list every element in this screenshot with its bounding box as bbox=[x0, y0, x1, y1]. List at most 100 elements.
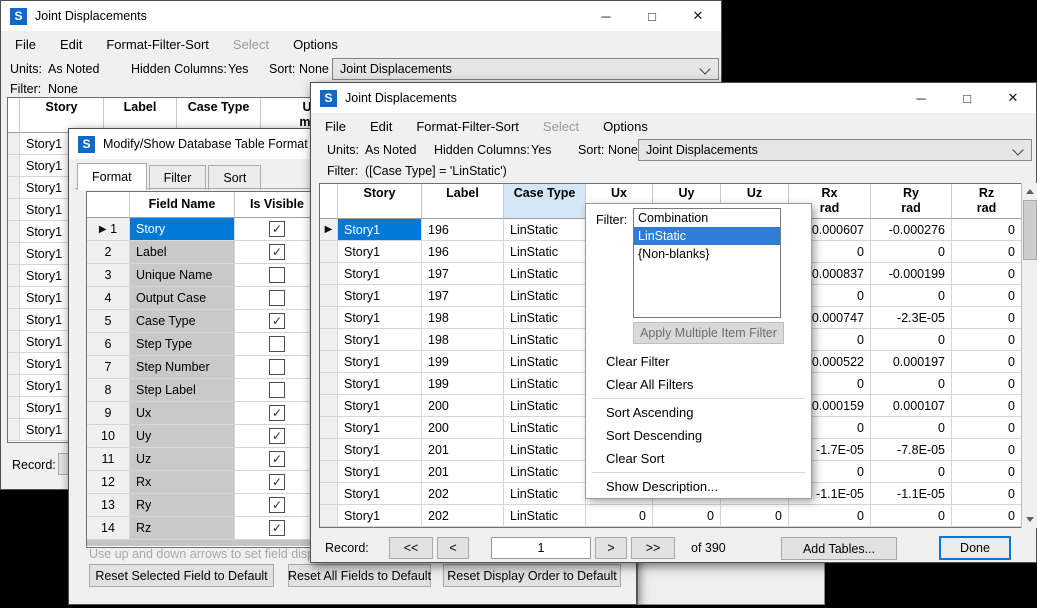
menu-edit[interactable]: Edit bbox=[48, 33, 94, 56]
popup-menu-clear-filter[interactable]: Clear Filter bbox=[586, 350, 811, 373]
cell[interactable]: 0 bbox=[871, 505, 952, 527]
close-icon[interactable]: ✕ bbox=[990, 83, 1036, 113]
cell[interactable]: 0 bbox=[952, 439, 1022, 461]
record-last-button[interactable]: >> bbox=[631, 537, 675, 559]
field-name-cell[interactable]: Step Number bbox=[130, 356, 235, 379]
cell[interactable]: LinStatic bbox=[504, 395, 586, 417]
field-row[interactable]: 11Uz✓ bbox=[87, 448, 320, 471]
cell[interactable]: 0 bbox=[871, 329, 952, 351]
cell[interactable]: Story1 bbox=[338, 219, 422, 241]
cell[interactable]: LinStatic bbox=[504, 219, 586, 241]
field-row[interactable]: ▶ 1Story✓ bbox=[87, 218, 320, 241]
cell[interactable]: 201 bbox=[422, 439, 504, 461]
table-select-combo[interactable]: Joint Displacements bbox=[638, 139, 1032, 161]
field-name-cell[interactable]: Ux bbox=[130, 402, 235, 425]
add-tables-button[interactable]: Add Tables... bbox=[781, 537, 897, 560]
cell[interactable]: Story1 bbox=[338, 263, 422, 285]
cell[interactable]: Story1 bbox=[338, 417, 422, 439]
cell[interactable]: 0 bbox=[952, 329, 1022, 351]
field-row[interactable]: 6Step Type bbox=[87, 333, 320, 356]
field-row[interactable]: 9Ux✓ bbox=[87, 402, 320, 425]
visible-checkbox[interactable]: ✓ bbox=[269, 520, 285, 536]
field-visible-cell[interactable] bbox=[235, 287, 320, 310]
field-row-number[interactable]: 2 bbox=[87, 241, 130, 264]
cell[interactable]: 196 bbox=[422, 241, 504, 263]
cell[interactable]: 0 bbox=[952, 285, 1022, 307]
cell[interactable]: 0 bbox=[952, 241, 1022, 263]
visible-checkbox[interactable]: ✓ bbox=[269, 474, 285, 490]
cell[interactable]: LinStatic bbox=[504, 285, 586, 307]
cell[interactable]: 0 bbox=[952, 461, 1022, 483]
cell[interactable]: -0.000276 bbox=[871, 219, 952, 241]
close-icon[interactable]: ✕ bbox=[675, 1, 721, 31]
visible-checkbox[interactable] bbox=[269, 336, 285, 352]
cell[interactable]: 202 bbox=[422, 483, 504, 505]
cell[interactable]: 0 bbox=[952, 505, 1022, 527]
cell[interactable]: 200 bbox=[422, 417, 504, 439]
cell[interactable]: LinStatic bbox=[504, 461, 586, 483]
cell[interactable]: 0 bbox=[586, 505, 653, 527]
field-row[interactable]: 13Ry✓ bbox=[87, 494, 320, 517]
column-header-field-name[interactable]: Field Name bbox=[130, 192, 235, 218]
field-visible-cell[interactable] bbox=[235, 333, 320, 356]
field-visible-cell[interactable]: ✓ bbox=[235, 494, 320, 517]
cell[interactable]: 198 bbox=[422, 307, 504, 329]
cell[interactable]: 199 bbox=[422, 351, 504, 373]
visible-checkbox[interactable] bbox=[269, 382, 285, 398]
cell[interactable]: 0 bbox=[871, 417, 952, 439]
cell[interactable]: 0 bbox=[952, 395, 1022, 417]
visible-checkbox[interactable]: ✓ bbox=[269, 497, 285, 513]
cell[interactable]: 0 bbox=[952, 263, 1022, 285]
cell[interactable]: 0 bbox=[952, 373, 1022, 395]
cell[interactable]: Story1 bbox=[338, 307, 422, 329]
reset-display-order-button[interactable]: Reset Display Order to Default bbox=[443, 564, 621, 587]
field-row-number[interactable]: 4 bbox=[87, 287, 130, 310]
cell[interactable]: -0.000199 bbox=[871, 263, 952, 285]
record-next-button[interactable]: > bbox=[595, 537, 627, 559]
popup-menu-sort-descending[interactable]: Sort Descending bbox=[586, 424, 811, 447]
field-visible-cell[interactable]: ✓ bbox=[235, 310, 320, 333]
minimize-icon[interactable]: ─ bbox=[583, 1, 629, 31]
visible-checkbox[interactable]: ✓ bbox=[269, 221, 285, 237]
visible-checkbox[interactable]: ✓ bbox=[269, 451, 285, 467]
cell[interactable]: Story1 bbox=[338, 439, 422, 461]
vertical-scrollbar[interactable] bbox=[1021, 183, 1037, 528]
filter-option--non-blanks-[interactable]: {Non-blanks} bbox=[634, 245, 780, 263]
menu-file[interactable]: File bbox=[3, 33, 48, 56]
cell[interactable]: 0 bbox=[871, 373, 952, 395]
menu-format-filter-sort[interactable]: Format-Filter-Sort bbox=[404, 115, 531, 138]
cell[interactable]: 0.000107 bbox=[871, 395, 952, 417]
cell[interactable]: Story1 bbox=[338, 285, 422, 307]
popup-menu-sort-ascending[interactable]: Sort Ascending bbox=[586, 401, 811, 424]
cell[interactable]: 197 bbox=[422, 285, 504, 307]
cell[interactable]: 0 bbox=[952, 219, 1022, 241]
cell[interactable]: 196 bbox=[422, 219, 504, 241]
back-titlebar[interactable]: S Joint Displacements ─ □ ✕ bbox=[1, 1, 721, 31]
cell[interactable]: LinStatic bbox=[504, 505, 586, 527]
visible-checkbox[interactable]: ✓ bbox=[269, 313, 285, 329]
menu-file[interactable]: File bbox=[313, 115, 358, 138]
field-row[interactable]: 3Unique Name bbox=[87, 264, 320, 287]
cell[interactable]: Story1 bbox=[338, 351, 422, 373]
cell[interactable]: 0 bbox=[952, 307, 1022, 329]
cell[interactable]: -7.8E-05 bbox=[871, 439, 952, 461]
cell[interactable]: 197 bbox=[422, 263, 504, 285]
cell[interactable]: 0.000197 bbox=[871, 351, 952, 373]
field-row[interactable]: 7Step Number bbox=[87, 356, 320, 379]
scroll-down-icon[interactable] bbox=[1022, 511, 1037, 528]
field-row[interactable]: 4Output Case bbox=[87, 287, 320, 310]
cell[interactable]: LinStatic bbox=[504, 351, 586, 373]
cell[interactable]: 199 bbox=[422, 373, 504, 395]
cell[interactable]: 0 bbox=[952, 351, 1022, 373]
filter-options-listbox[interactable]: CombinationLinStatic{Non-blanks} bbox=[633, 208, 781, 318]
field-name-cell[interactable]: Rx bbox=[130, 471, 235, 494]
cell[interactable]: Story1 bbox=[338, 461, 422, 483]
field-row-number[interactable]: 7 bbox=[87, 356, 130, 379]
scrollbar-thumb[interactable] bbox=[1023, 200, 1037, 260]
visible-checkbox[interactable]: ✓ bbox=[269, 244, 285, 260]
column-header-is-visible[interactable]: Is Visible bbox=[235, 192, 320, 218]
field-visible-cell[interactable]: ✓ bbox=[235, 218, 320, 241]
cell[interactable]: 0 bbox=[952, 417, 1022, 439]
cell[interactable]: LinStatic bbox=[504, 439, 586, 461]
field-row[interactable]: 14Rz✓ bbox=[87, 517, 320, 540]
